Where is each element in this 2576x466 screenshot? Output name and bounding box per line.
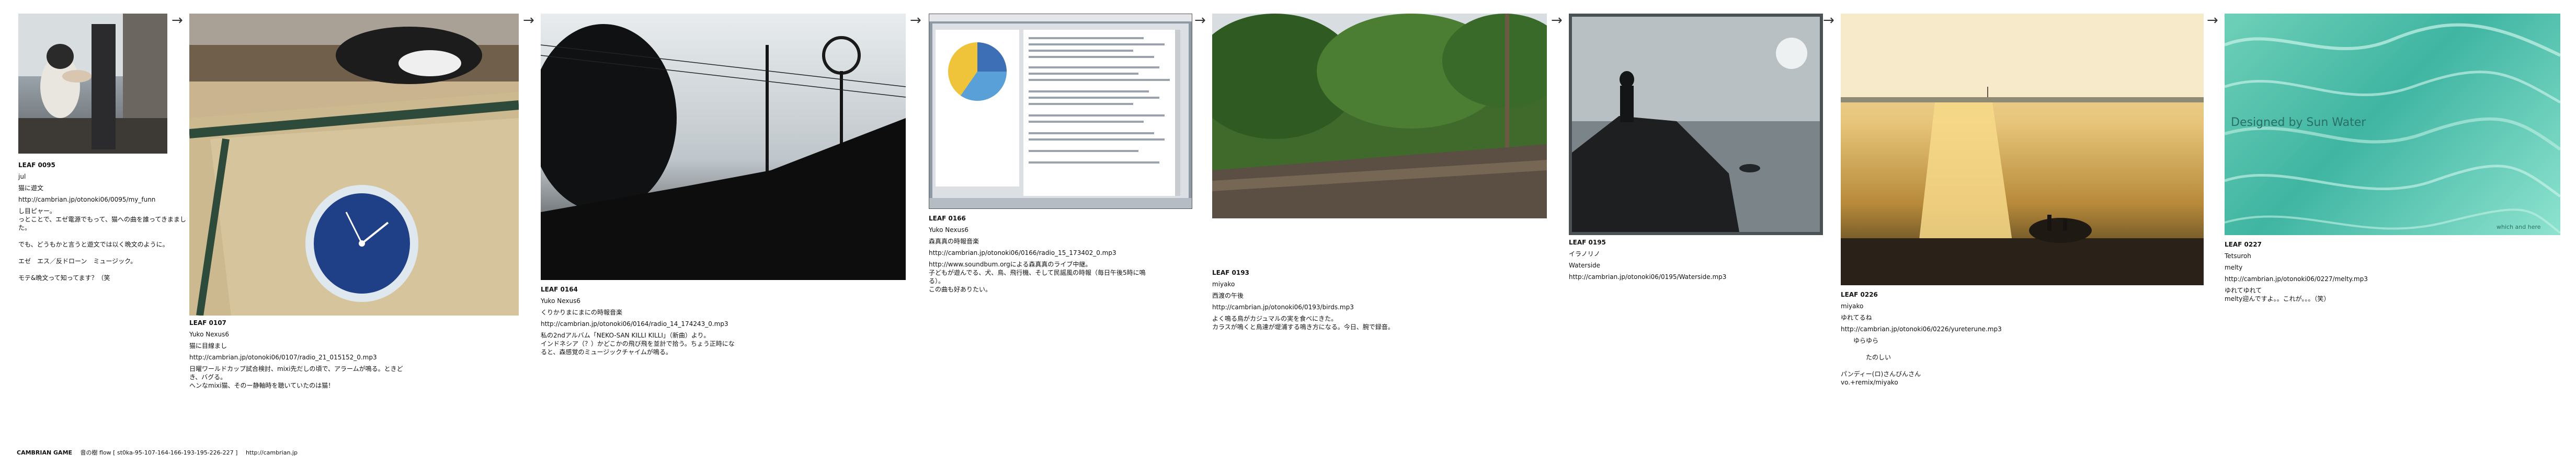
leaf-url-link[interactable]: http://cambrian.jp/otonoki06/0107/radio_… bbox=[189, 353, 409, 362]
water-overlay-text: Designed by Sun Water bbox=[2231, 116, 2366, 129]
leaf-meta-0107: LEAF 0107 Yuko Nexus6 猫に目線まし http://camb… bbox=[189, 319, 409, 393]
leaf-author: Yuko Nexus6 bbox=[929, 226, 968, 234]
leaf-photo-garden-wall[interactable] bbox=[1212, 14, 1547, 218]
leaf-description: ゆらゆら たのしい パンディー(ロ)さんびんさん vo.+remix/miyak… bbox=[1841, 337, 1921, 386]
flow-arrow-icon: → bbox=[523, 13, 534, 28]
leaf-id: LEAF 0227 bbox=[2225, 241, 2262, 248]
flow-arrow-icon: → bbox=[2207, 13, 2218, 28]
leaf-photo-cat-standing[interactable] bbox=[18, 14, 167, 154]
leaf-url-link[interactable]: http://cambrian.jp/otonoki06/0226/yurete… bbox=[1841, 325, 2081, 333]
leaf-title: ゆれてるね bbox=[1841, 314, 1872, 321]
leaf-title: 猫に遊文 bbox=[18, 184, 44, 192]
leaf-author: jul bbox=[18, 173, 26, 180]
garden-wall-image bbox=[1212, 14, 1547, 218]
leaf-author: Yuko Nexus6 bbox=[541, 297, 580, 305]
leaf-url-link[interactable]: http://cambrian.jp/otonoki06/0193/birds.… bbox=[1212, 303, 1411, 311]
flow-arrow-icon: → bbox=[1194, 13, 1206, 28]
leaf-url-link[interactable]: http://cambrian.jp/otonoki06/0227/melty.… bbox=[2225, 275, 2465, 283]
leaf-photo-desktop-screenshot[interactable] bbox=[929, 14, 1192, 209]
leaf-url-link[interactable]: http://cambrian.jp/otonoki06/0195/Waters… bbox=[1569, 273, 1794, 281]
leaf-url-link[interactable]: http://cambrian.jp/otonoki06/0164/radio_… bbox=[541, 320, 739, 328]
leaf-photo-waterside-rock[interactable] bbox=[1569, 14, 1823, 235]
leaf-meta-0193: LEAF 0193 miyako 西渡の午後 http://cambrian.j… bbox=[1212, 269, 1411, 334]
page-footer: CAMBRIAN GAME 音の樹 flow [ st0ka-95-107-16… bbox=[17, 448, 304, 457]
leaf-description: 日曜ワールドカップ試合検討、mixi先だしの頃で、アラームが鳴る。ときどき、バグ… bbox=[189, 365, 403, 389]
leaf-title: 西渡の午後 bbox=[1212, 292, 1244, 299]
leaf-photo-sunset-sea[interactable] bbox=[1841, 14, 2204, 285]
leaf-description: http://www.soundbum.orgによる森真真のライブ中継。 子ども… bbox=[929, 261, 1146, 293]
water-credit-text: which and here bbox=[2497, 224, 2541, 230]
leaf-description: 私の2ndアルバム「NEKO-SAN KILLI KILLI」（新曲）より。 イ… bbox=[541, 332, 735, 356]
leaf-title: Waterside bbox=[1569, 262, 1601, 269]
leaf-photo-water-surface[interactable]: Designed by Sun Water which and here bbox=[2225, 14, 2560, 235]
flow-arrow-icon: → bbox=[1823, 13, 1834, 28]
leaf-meta-0095: LEAF 0095 jul 猫に遊文 http://cambrian.jp/ot… bbox=[18, 161, 191, 285]
leaf-id: LEAF 0193 bbox=[1212, 269, 1249, 276]
leaf-id: LEAF 0226 bbox=[1841, 291, 1878, 298]
silhouette-sky-image bbox=[541, 24, 906, 280]
flow-arrow-icon: → bbox=[910, 13, 921, 28]
leaf-author: miyako bbox=[1212, 281, 1235, 288]
leaf-title: 猫に目線まし bbox=[189, 342, 227, 349]
leaf-meta-0164: LEAF 0164 Yuko Nexus6 くりかりまにまにの時報音楽 http… bbox=[541, 285, 739, 359]
leaf-meta-0166: LEAF 0166 Yuko Nexus6 森真真の時報音楽 http://ca… bbox=[929, 214, 1154, 297]
leaf-author: Tetsuroh bbox=[2225, 252, 2251, 260]
sunset-sea-image bbox=[1841, 14, 2204, 285]
leaf-url-link[interactable]: http://cambrian.jp/otonoki06/0166/radio_… bbox=[929, 249, 1154, 257]
leaf-id: LEAF 0164 bbox=[541, 286, 578, 293]
leaf-title: くりかりまにまにの時報音楽 bbox=[541, 309, 623, 316]
leaf-meta-0227: LEAF 0227 Tetsuroh melty http://cambrian… bbox=[2225, 240, 2465, 306]
leaf-author: miyako bbox=[1841, 302, 1864, 310]
waterside-image bbox=[1572, 17, 1820, 232]
leaf-title: 森真真の時報音楽 bbox=[929, 238, 979, 245]
leaf-meta-0226: LEAF 0226 miyako ゆれてるね http://cambrian.j… bbox=[1841, 290, 2081, 390]
flow-arrow-icon: → bbox=[1551, 13, 1563, 28]
leaf-meta-0195: LEAF 0195 イラノリノ Waterside http://cambria… bbox=[1569, 238, 1794, 284]
leaf-author: Yuko Nexus6 bbox=[189, 331, 229, 338]
cat-standing-image bbox=[18, 14, 167, 154]
leaf-author: イラノリノ bbox=[1569, 250, 1600, 258]
leaf-photo-silhouette-sky[interactable] bbox=[541, 14, 906, 280]
leaf-description: ゆれてゆれて melty迎んですよ。。これが。。。（笑） bbox=[2225, 287, 2330, 302]
footer-link[interactable]: http://cambrian.jp bbox=[246, 449, 298, 456]
leaf-id: LEAF 0107 bbox=[189, 319, 226, 327]
desktop-screenshot-image bbox=[929, 14, 1192, 208]
leaf-description: よく鳴る鳥がカジュマルの実を食べにきた。 カラスが鳴くと鳥達が堤浦する鳴き方にな… bbox=[1212, 315, 1394, 331]
leaf-id: LEAF 0195 bbox=[1569, 239, 1606, 246]
clock-tatami-image bbox=[189, 14, 519, 316]
leaf-photo-clock-tatami[interactable] bbox=[189, 14, 519, 316]
leaf-url-link[interactable]: http://cambrian.jp/otonoki06/0095/my_fun… bbox=[18, 195, 191, 204]
footer-brand: CAMBRIAN GAME bbox=[17, 449, 73, 456]
leaf-title: melty bbox=[2225, 264, 2243, 271]
flow-arrow-icon: → bbox=[172, 13, 183, 28]
footer-title: 音の樹 flow [ st0ka-95-107-164-166-193-195-… bbox=[80, 449, 238, 456]
leaf-description: し目ピャー。 っとことで、エゼ電源でもって、猫への曲を誰ってきまました。 でも、… bbox=[18, 207, 187, 282]
leaf-id: LEAF 0095 bbox=[18, 161, 55, 169]
leaf-id: LEAF 0166 bbox=[929, 215, 966, 222]
